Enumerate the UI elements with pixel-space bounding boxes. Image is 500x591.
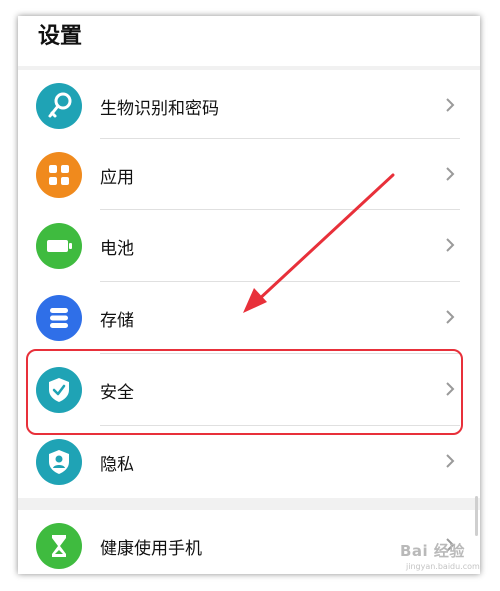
page-header: 设置	[18, 16, 480, 66]
settings-item-label: 生物识别和密码	[100, 99, 219, 119]
section-separator	[18, 498, 480, 510]
highlight-box	[26, 349, 463, 435]
scrollbar[interactable]	[475, 496, 478, 536]
watermark-logo: Bai 经验	[400, 542, 465, 560]
battery-icon	[36, 223, 82, 269]
settings-item-biometrics-password[interactable]: 生物识别和密码	[18, 70, 480, 142]
settings-item-label: 存储	[100, 311, 134, 331]
chevron-right-icon	[446, 454, 455, 468]
settings-item-apps[interactable]: 应用	[18, 139, 480, 211]
privacy-icon	[36, 439, 82, 485]
chevron-right-icon	[446, 310, 455, 324]
page-title: 设置	[38, 24, 83, 49]
chevron-right-icon	[446, 167, 455, 181]
key-icon	[36, 83, 82, 129]
hourglass-icon	[36, 523, 82, 569]
watermark-url: jingyan.baidu.com	[406, 562, 480, 571]
settings-item-storage[interactable]: 存储	[18, 282, 480, 354]
settings-item-label: 电池	[100, 239, 134, 259]
settings-item-label: 应用	[100, 168, 134, 188]
settings-item-label: 隐私	[100, 455, 134, 475]
storage-icon	[36, 295, 82, 341]
settings-item-privacy[interactable]: 隐私	[18, 426, 480, 498]
settings-item-battery[interactable]: 电池	[18, 210, 480, 282]
chevron-right-icon	[446, 238, 455, 252]
apps-grid-icon	[36, 152, 82, 198]
settings-screen: 设置 生物识别和密码 应用 电池 存储 安全 隐私 健康使用手机 Bai 经验 …	[18, 16, 480, 574]
chevron-right-icon	[446, 98, 455, 112]
settings-item-label: 健康使用手机	[100, 539, 202, 559]
